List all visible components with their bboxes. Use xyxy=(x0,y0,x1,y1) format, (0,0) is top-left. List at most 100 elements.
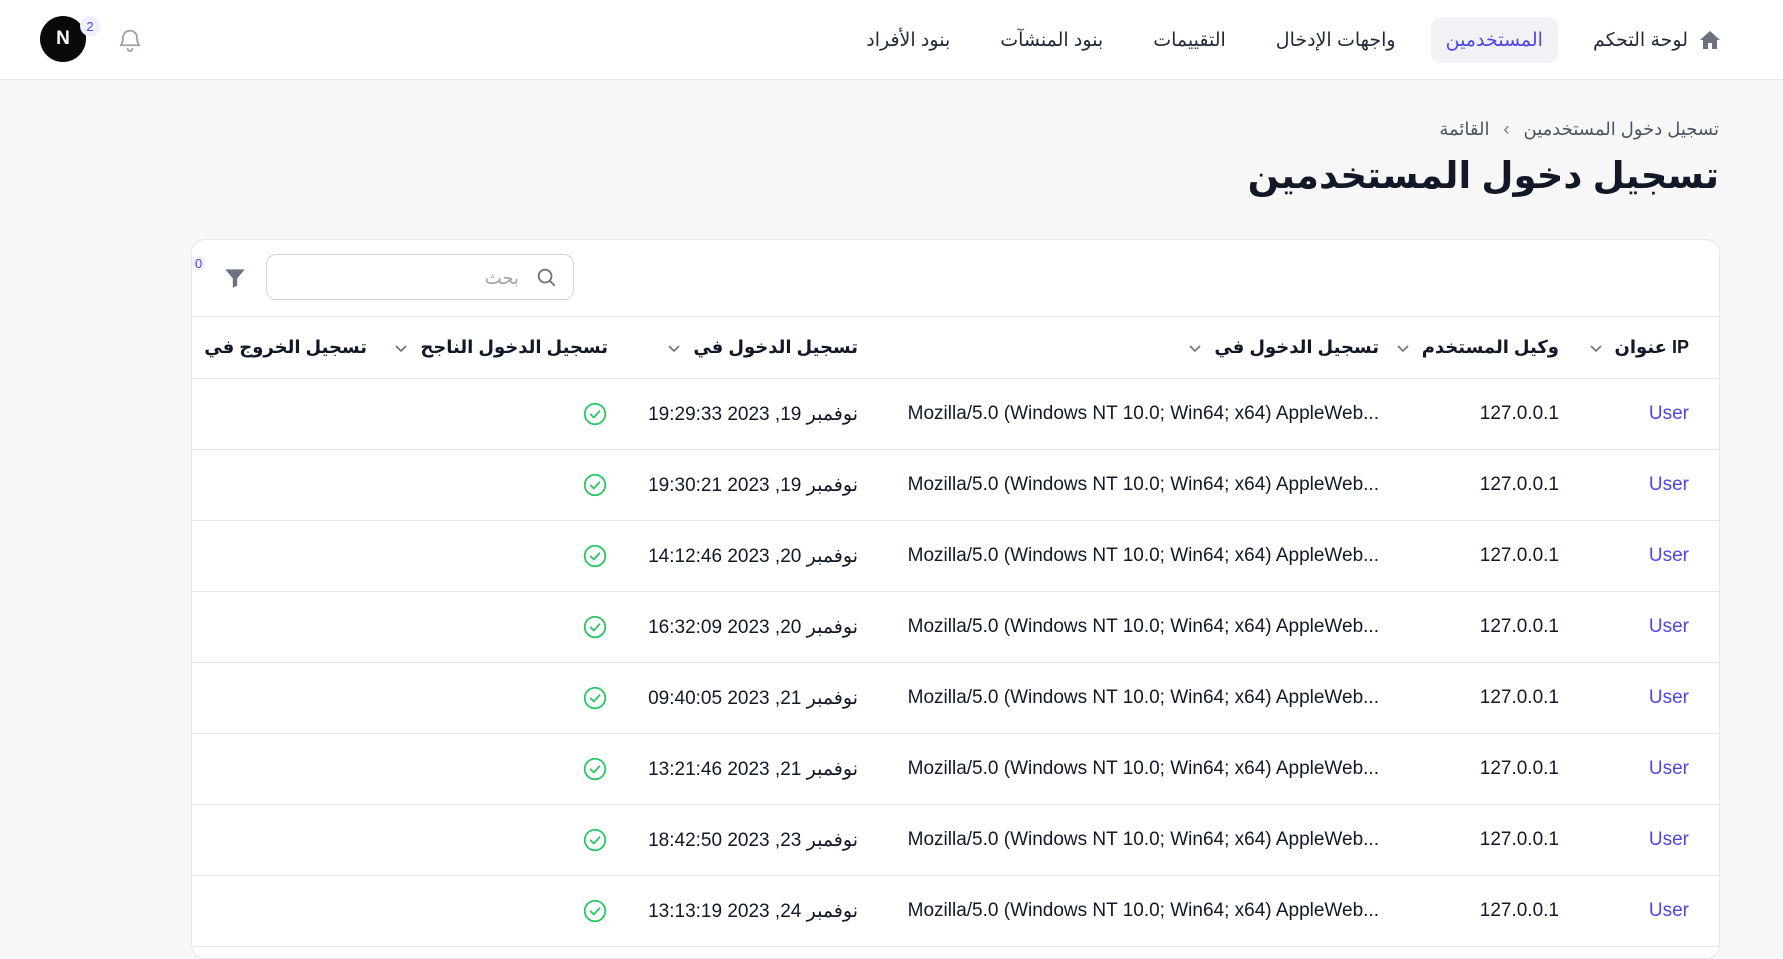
check-circle-icon xyxy=(582,827,608,853)
chevron-down-icon xyxy=(1589,341,1603,355)
table-row[interactable]: User 127.0.0.1 Mozilla/5.0 (Windows NT 1… xyxy=(192,663,1719,734)
table-row[interactable]: User 127.0.0.1 Mozilla/5.0 (Windows NT 1… xyxy=(192,379,1719,450)
table-header-row: عنوان IP وكيل المستخدم تسجيل الدخول في ت… xyxy=(192,317,1719,379)
login-at: نوفمبر 20, 2023 16:32:09 xyxy=(648,616,858,638)
user-agent: Mozilla/5.0 (Windows NT 10.0; Win64; x64… xyxy=(907,616,1379,637)
column-header-label: تسجيل الخروج في xyxy=(204,337,367,357)
ip-address: 127.0.0.1 xyxy=(1479,545,1559,566)
search-input[interactable] xyxy=(277,255,521,301)
success-status xyxy=(582,592,608,662)
nav-item-label: لوحة التحكم xyxy=(1592,29,1688,51)
login-at: نوفمبر 21, 2023 13:21:46 xyxy=(648,758,858,780)
chevron-down-icon xyxy=(667,341,681,355)
chevron-down-icon xyxy=(192,341,193,355)
success-status xyxy=(582,450,608,520)
check-circle-icon xyxy=(582,472,608,498)
user-agent: Mozilla/5.0 (Windows NT 10.0; Win64; x64… xyxy=(907,687,1379,708)
column-header-login-at[interactable]: تسجيل الدخول في xyxy=(1188,317,1379,378)
success-status xyxy=(582,734,608,804)
notification-count-badge: 2 xyxy=(80,16,100,36)
nav-item-label: واجهات الإدخال xyxy=(1275,29,1396,51)
breadcrumb-current[interactable]: تسجيل دخول المستخدمين xyxy=(1524,119,1720,140)
ip-address: 127.0.0.1 xyxy=(1479,758,1559,779)
check-circle-icon xyxy=(582,898,608,924)
table-row[interactable]: User 127.0.0.1 Mozilla/5.0 (Windows NT 1… xyxy=(192,805,1719,876)
search-box xyxy=(266,254,574,301)
table-card: 0 عنوان IP وكيل المستخدم تسجيل الدخول في xyxy=(191,239,1720,959)
column-header-label: عنوان IP xyxy=(1614,337,1689,357)
column-header-label: تسجيل الدخول الناجح xyxy=(420,337,608,357)
user-link[interactable]: User xyxy=(1649,805,1689,875)
filter-count-badge: 0 xyxy=(192,256,206,271)
check-circle-icon xyxy=(582,401,608,427)
user-agent: Mozilla/5.0 (Windows NT 10.0; Win64; x64… xyxy=(907,474,1379,495)
nav-item-label: بنود الأفراد xyxy=(866,29,951,51)
ip-address: 127.0.0.1 xyxy=(1479,403,1559,424)
user-link[interactable]: User xyxy=(1649,592,1689,662)
bell-icon[interactable] xyxy=(116,26,144,54)
user-agent: Mozilla/5.0 (Windows NT 10.0; Win64; x64… xyxy=(907,758,1379,779)
column-header-label: تسجيل الدخول في xyxy=(1214,337,1379,357)
user-agent: Mozilla/5.0 (Windows NT 10.0; Win64; x64… xyxy=(907,829,1379,850)
column-header-label: وكيل المستخدم xyxy=(1421,337,1559,357)
login-at: نوفمبر 19, 2023 19:29:33 xyxy=(648,403,858,425)
ip-address: 127.0.0.1 xyxy=(1479,687,1559,708)
avatar[interactable]: N xyxy=(40,16,86,62)
check-circle-icon xyxy=(582,685,608,711)
user-link[interactable]: User xyxy=(1649,876,1689,946)
login-at: نوفمبر 19, 2023 19:30:21 xyxy=(648,474,858,496)
chevron-down-icon xyxy=(1396,341,1410,355)
column-header-ip[interactable]: عنوان IP xyxy=(1589,317,1689,378)
user-agent: Mozilla/5.0 (Windows NT 10.0; Win64; x64… xyxy=(907,545,1379,566)
column-header-successful-login[interactable]: تسجيل الدخول الناجح xyxy=(394,317,608,378)
chevron-left-icon: ‹ xyxy=(1503,119,1510,139)
nav-item-label: التقييمات xyxy=(1153,29,1226,51)
table-row[interactable]: User 127.0.0.1 Mozilla/5.0 (Windows NT 1… xyxy=(192,521,1719,592)
user-link[interactable]: User xyxy=(1649,734,1689,804)
page-title: تسجيل دخول المستخدمين xyxy=(1247,155,1719,196)
login-at: نوفمبر 20, 2023 14:12:46 xyxy=(648,545,858,567)
chevron-down-icon xyxy=(394,341,408,355)
nav-item-input-interfaces[interactable]: واجهات الإدخال xyxy=(1261,17,1411,63)
nav-item-users[interactable]: المستخدمين xyxy=(1430,17,1558,63)
user-agent: Mozilla/5.0 (Windows NT 10.0; Win64; x64… xyxy=(907,900,1379,921)
login-at: نوفمبر 23, 2023 18:42:50 xyxy=(648,829,858,851)
nav-item-dashboard[interactable]: لوحة التحكم xyxy=(1578,17,1737,63)
table-toolbar: 0 xyxy=(192,240,1719,317)
table-row[interactable]: User 127.0.0.1 Mozilla/5.0 (Windows NT 1… xyxy=(192,592,1719,663)
user-agent: Mozilla/5.0 (Windows NT 10.0; Win64; x64… xyxy=(907,403,1379,424)
ip-address: 127.0.0.1 xyxy=(1479,829,1559,850)
column-header-user-agent[interactable]: وكيل المستخدم xyxy=(1396,317,1559,378)
success-status xyxy=(582,521,608,591)
nav-item-label: المستخدمين xyxy=(1445,29,1543,51)
table-row[interactable]: User 127.0.0.1 Mozilla/5.0 (Windows NT 1… xyxy=(192,450,1719,521)
filter-icon[interactable] xyxy=(222,265,248,291)
nav-item-facility-items[interactable]: بنود المنشآت xyxy=(985,17,1118,63)
avatar-initial: N xyxy=(56,28,70,49)
search-icon xyxy=(535,266,557,288)
column-header-login-at-2[interactable]: تسجيل الدخول في xyxy=(667,317,858,378)
nav-item-label: بنود المنشآت xyxy=(1000,29,1104,51)
table-row[interactable]: User 127.0.0.1 Mozilla/5.0 (Windows NT 1… xyxy=(192,876,1719,947)
main-nav: لوحة التحكم المستخدمين واجهات الإدخال ال… xyxy=(851,17,1737,63)
login-at: نوفمبر 24, 2023 13:13:19 xyxy=(648,900,858,922)
success-status xyxy=(582,379,608,449)
home-icon xyxy=(1698,28,1722,52)
table-row[interactable]: User 127.0.0.1 Mozilla/5.0 (Windows NT 1… xyxy=(192,734,1719,805)
success-status xyxy=(582,876,608,946)
ip-address: 127.0.0.1 xyxy=(1479,474,1559,495)
ip-address: 127.0.0.1 xyxy=(1479,900,1559,921)
user-link[interactable]: User xyxy=(1649,521,1689,591)
user-link[interactable]: User xyxy=(1649,663,1689,733)
login-at: نوفمبر 21, 2023 09:40:05 xyxy=(648,687,858,709)
breadcrumb: تسجيل دخول المستخدمين ‹ القائمة xyxy=(1439,119,1719,140)
user-link[interactable]: User xyxy=(1649,450,1689,520)
nav-item-individual-items[interactable]: بنود الأفراد xyxy=(851,17,965,63)
nav-item-evaluations[interactable]: التقييمات xyxy=(1138,17,1241,63)
column-header-label: تسجيل الدخول في xyxy=(693,337,858,357)
user-link[interactable]: User xyxy=(1649,379,1689,449)
check-circle-icon xyxy=(582,614,608,640)
chevron-down-icon xyxy=(1188,341,1202,355)
column-header-logout-at[interactable]: تسجيل الخروج في xyxy=(192,317,367,378)
check-circle-icon xyxy=(582,756,608,782)
